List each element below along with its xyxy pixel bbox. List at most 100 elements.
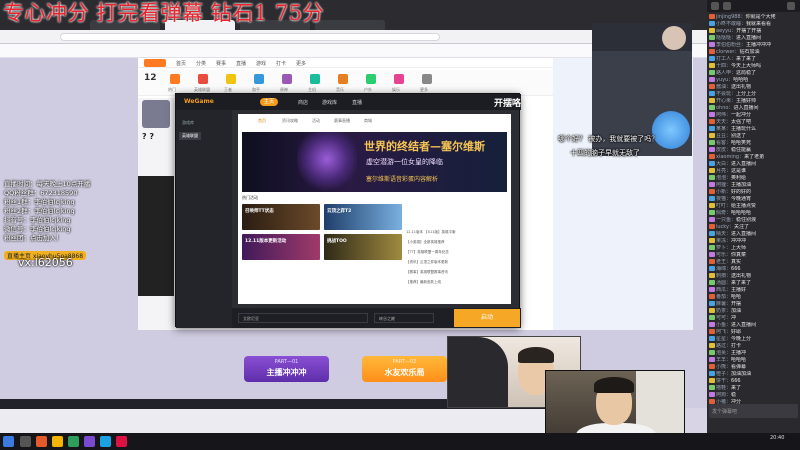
site-nav-item[interactable]: 打卡 xyxy=(276,60,286,67)
chat-username[interactable]: 饼干： xyxy=(716,378,731,384)
chat-username[interactable]: 羊羊： xyxy=(716,357,731,363)
chat-username[interactable]: 皮皮： xyxy=(716,147,731,153)
chat-username[interactable]: 奶茶： xyxy=(716,308,731,314)
mode-select[interactable]: 峡谷之巅 xyxy=(374,313,434,323)
chat-tool-icon[interactable] xyxy=(711,2,719,10)
part1-button[interactable]: PART—01 主播冲冲冲 xyxy=(244,356,329,382)
chat-username[interactable]: 橙子： xyxy=(716,371,731,377)
chat-username[interactable]: 一只鱼： xyxy=(716,217,736,223)
chat-username[interactable]: 打工人： xyxy=(716,56,736,62)
chat-username[interactable]: 小鱼： xyxy=(716,322,731,328)
site-nav-item[interactable]: 分类 xyxy=(196,60,206,67)
chat-username[interactable]: 阿狸： xyxy=(716,182,731,188)
news-item[interactable]: 【TT】英雄联盟一周年纪念 xyxy=(406,250,449,255)
subnav-news[interactable]: 资讯攻略 xyxy=(282,118,298,124)
wegame-tab-store[interactable]: 商店 xyxy=(298,99,308,106)
chat-username[interactable]: 夜猫： xyxy=(716,196,731,202)
category-icon[interactable] xyxy=(170,74,180,84)
news-item[interactable]: 【推荐】最新皮肤上线 xyxy=(406,280,441,285)
chat-username[interactable]: 李伯伯粉丝： xyxy=(716,42,746,48)
taskbar-app-icon[interactable] xyxy=(52,436,63,447)
chat-username[interactable]: 开心果： xyxy=(716,98,736,104)
chat-username[interactable]: 刺猬： xyxy=(716,273,731,279)
category-icon[interactable] xyxy=(366,74,376,84)
chat-username[interactable]: 酱油： xyxy=(716,84,731,90)
site-nav-item[interactable]: 首页 xyxy=(176,60,186,67)
category-icon[interactable] xyxy=(394,74,404,84)
chat-username[interactable]: yuyu： xyxy=(716,77,733,83)
chat-username[interactable]: 月亮： xyxy=(716,168,731,174)
chat-tool-icon[interactable] xyxy=(723,2,731,10)
part2-button[interactable]: PART—02 水友欢乐局 xyxy=(362,356,447,382)
subnav-esports[interactable]: 赛事直播 xyxy=(334,118,350,124)
chat-username[interactable]: 萝卜： xyxy=(716,245,731,251)
chat-username[interactable]: 晴天： xyxy=(716,231,731,237)
chat-username[interactable]: 泡泡： xyxy=(716,175,731,181)
browser-tab[interactable] xyxy=(315,20,385,30)
subnav-events[interactable]: 活动 xyxy=(312,118,320,124)
chat-username[interactable]: 汤圆： xyxy=(716,280,731,286)
chat-username[interactable]: 可乐： xyxy=(716,252,731,258)
taskbar-app-icon[interactable] xyxy=(116,436,127,447)
wegame-tab-home[interactable]: 主页 xyxy=(260,98,279,106)
news-item[interactable]: 【赛事】英雄联盟赛事资讯 xyxy=(406,270,448,275)
chat-username[interactable]: 西瓜： xyxy=(716,287,731,293)
chat-username[interactable]: 阿伟： xyxy=(716,112,731,118)
chat-username[interactable]: 拖鞋： xyxy=(716,385,731,391)
hero-banner[interactable]: 世界的终结者—塞尔维斯 虚空潜游一位女皇的降临 塞尔维斯语音彩蛋内容解析 xyxy=(242,132,507,192)
wegame-tab-live[interactable]: 直播 xyxy=(352,99,362,106)
chat-username[interactable]: 路过： xyxy=(716,343,731,349)
chat-username[interactable]: 看客： xyxy=(716,140,731,146)
chat-username[interactable]: 路人甲： xyxy=(716,70,736,76)
chat-username[interactable]: 哒哒哒： xyxy=(716,35,736,41)
chat-username[interactable]: lucky： xyxy=(716,224,734,230)
sidebar-item-library[interactable]: 游戏库 xyxy=(182,120,194,126)
chat-username[interactable]: 可可： xyxy=(716,315,731,321)
chat-username[interactable]: 老王： xyxy=(716,259,731,265)
close-icon[interactable] xyxy=(787,2,795,10)
site-nav-item[interactable]: 直播 xyxy=(236,60,246,67)
chat-username[interactable]: 佩奇： xyxy=(716,210,731,216)
category-icon[interactable] xyxy=(226,74,236,84)
launch-button[interactable]: 启动 xyxy=(454,309,520,327)
event-card[interactable]: 召唤师TT状态 xyxy=(242,204,320,230)
chat-username[interactable]: 小新： xyxy=(716,189,731,195)
sidebar-item-lol[interactable]: 英雄联盟 xyxy=(179,132,201,140)
site-logo[interactable] xyxy=(144,59,166,67)
event-card[interactable]: 12.11版本更新活动 xyxy=(242,234,320,260)
category-icon[interactable] xyxy=(198,74,208,84)
news-item[interactable]: 【小英雄】全新英雄推荐 xyxy=(406,240,445,245)
category-icon[interactable] xyxy=(254,74,264,84)
chat-username[interactable]: 某某： xyxy=(716,126,731,132)
chat-username[interactable]: 豆豆： xyxy=(716,133,731,139)
chat-username[interactable]: 番茄： xyxy=(716,294,731,300)
site-nav-item[interactable]: 赛事 xyxy=(216,60,226,67)
category-icon[interactable] xyxy=(310,74,320,84)
chat-username[interactable]: ohno： xyxy=(716,105,733,111)
taskbar-app-icon[interactable] xyxy=(84,436,95,447)
category-icon[interactable] xyxy=(282,74,292,84)
server-select[interactable]: 艾欧尼亚 xyxy=(238,313,368,323)
chat-username[interactable]: 泡芙： xyxy=(716,350,731,356)
taskbar-app-icon[interactable] xyxy=(100,436,111,447)
event-card[interactable]: 云顶之弈T2 xyxy=(324,204,402,230)
chat-username[interactable]: 大白： xyxy=(716,161,731,167)
chat-username[interactable]: 天天： xyxy=(716,119,731,125)
subnav-shop[interactable]: 商城 xyxy=(364,118,372,124)
chat-username[interactable]: 小咚不敢睡： xyxy=(716,21,746,27)
chat-username[interactable]: aeyyu： xyxy=(716,28,736,34)
taskbar-app-icon[interactable] xyxy=(68,436,79,447)
site-nav-item[interactable]: 更多 xyxy=(296,60,306,67)
taskbar-app-icon[interactable] xyxy=(20,436,31,447)
url-field[interactable] xyxy=(60,33,440,41)
category-icon[interactable] xyxy=(338,74,348,84)
chat-username[interactable]: clorwer： xyxy=(716,49,739,55)
chat-input[interactable]: 发个弹幕吧 xyxy=(709,404,798,418)
taskbar-app-icon[interactable] xyxy=(36,436,47,447)
chat-username[interactable]: jinjing988： xyxy=(716,14,746,20)
chat-username[interactable]: 叮叮： xyxy=(716,203,731,209)
start-icon[interactable] xyxy=(3,436,14,447)
chat-username[interactable]: 不会玩： xyxy=(716,91,736,97)
chat-username[interactable]: 星星： xyxy=(716,336,731,342)
chat-username[interactable]: 果冻： xyxy=(716,238,731,244)
